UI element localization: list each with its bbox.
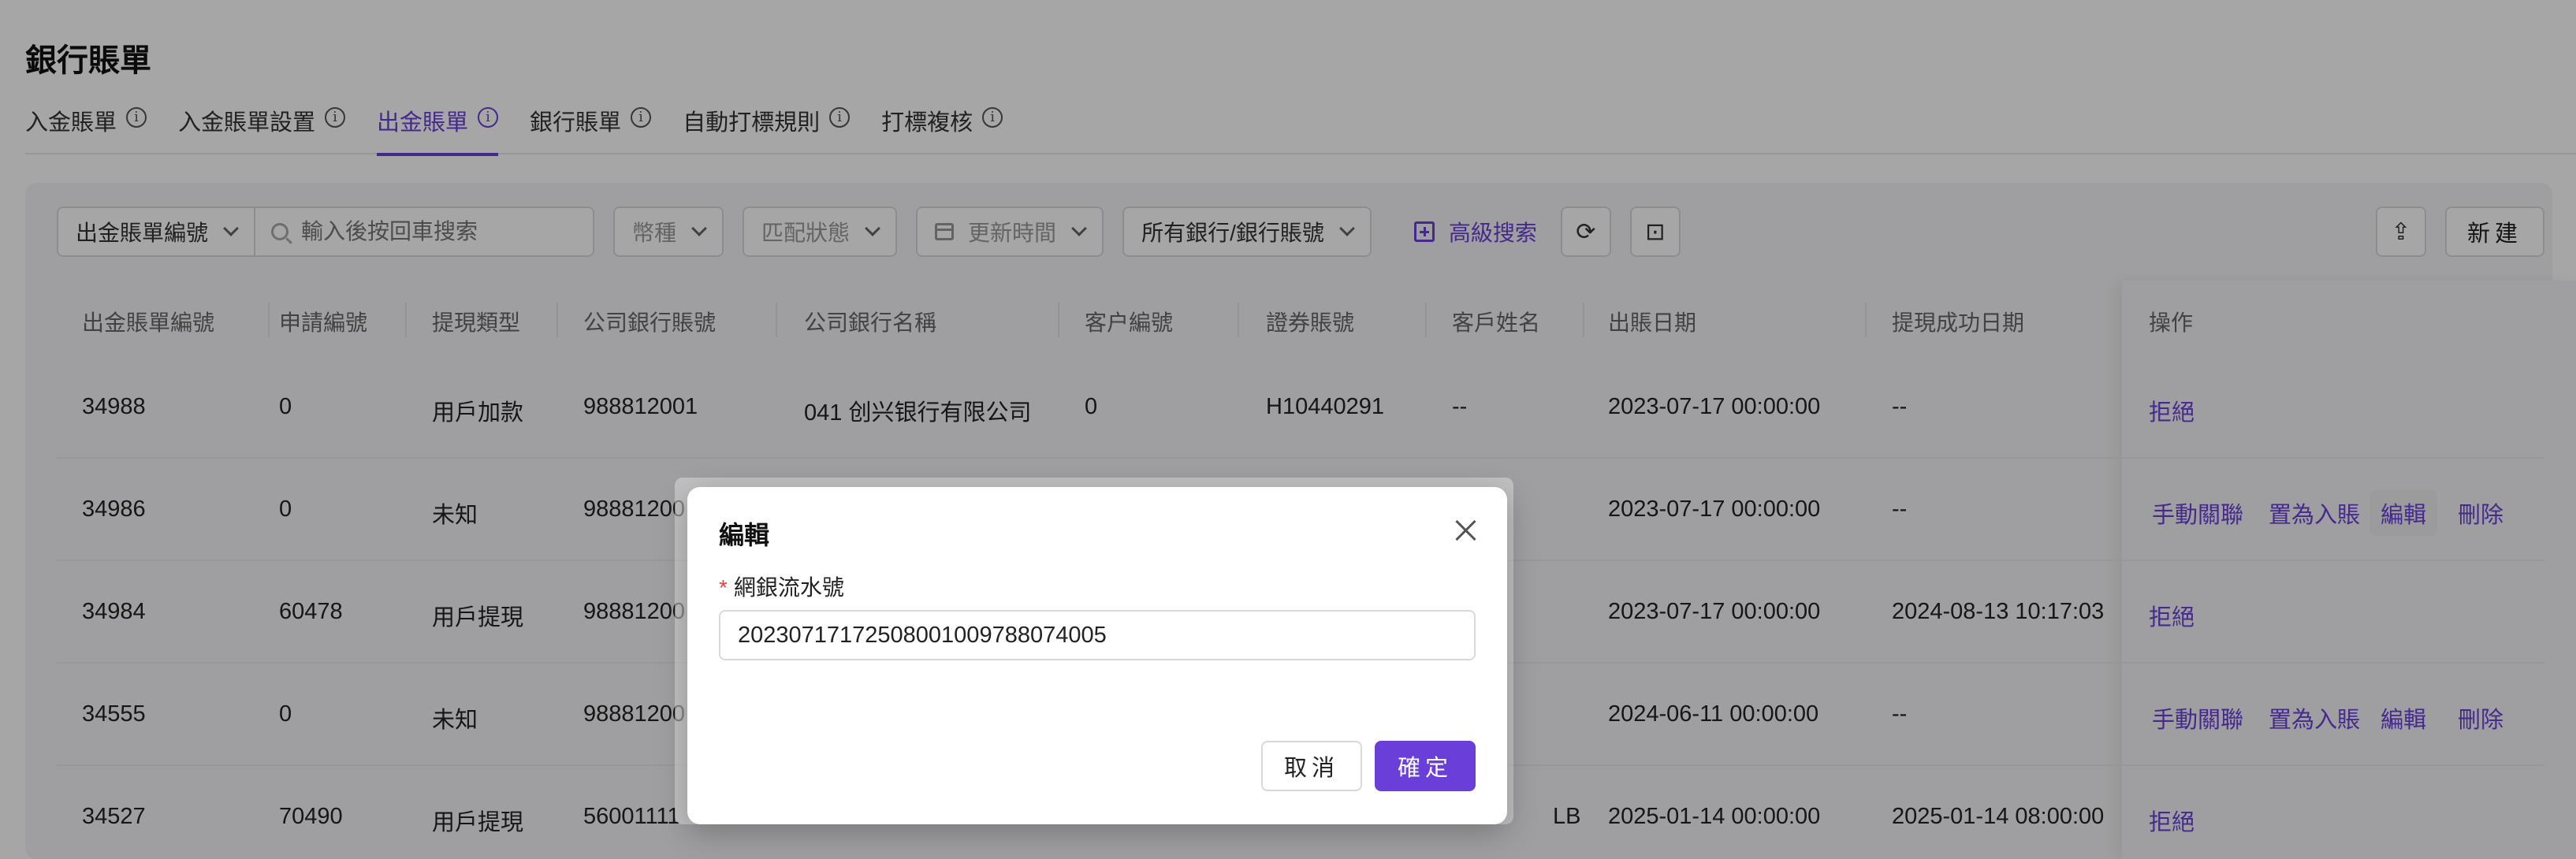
cancel-button[interactable]: 取消	[1261, 741, 1362, 791]
close-icon[interactable]	[1454, 517, 1479, 542]
edit-dialog: 編輯 *網銀流水號 取消 確定	[687, 487, 1507, 824]
required-mark: *	[719, 575, 728, 600]
dialog-title: 編輯	[719, 521, 770, 549]
confirm-button[interactable]: 確定	[1375, 741, 1476, 791]
bank-serial-number-input[interactable]	[719, 610, 1476, 660]
field-label: * 網銀流水號	[719, 575, 844, 600]
